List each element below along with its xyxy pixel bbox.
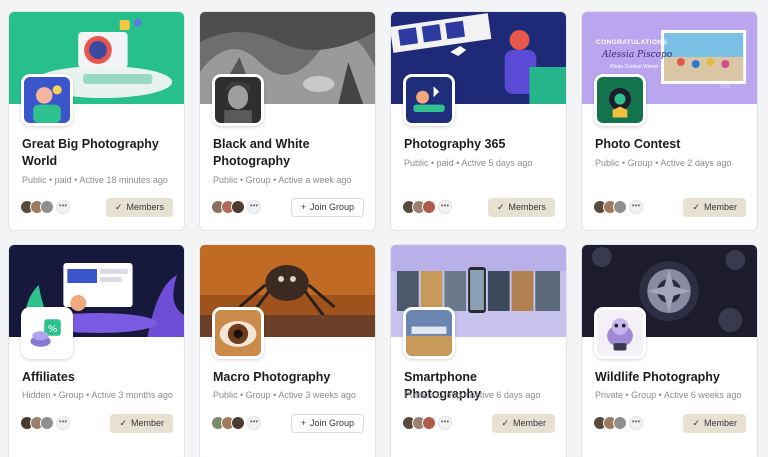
group-avatar[interactable] xyxy=(21,74,73,126)
group-meta: Public • paid • Active 18 minutes ago xyxy=(22,175,168,185)
cover-congrats: CONGRATULATIONS xyxy=(596,39,668,46)
member-avatar xyxy=(231,200,245,214)
group-card[interactable]: Smartphone Photography Public • Group • … xyxy=(390,244,567,457)
more-members-icon[interactable]: ••• xyxy=(247,416,261,430)
group-avatar[interactable] xyxy=(594,307,646,359)
more-members-icon[interactable]: ••• xyxy=(56,200,70,214)
join-group-button[interactable]: + Join Group xyxy=(290,197,364,217)
button-label: Members xyxy=(508,202,546,212)
group-title[interactable]: Great Big Photography World xyxy=(22,136,174,169)
svg-text:%: % xyxy=(48,324,58,335)
group-title[interactable]: Black and White Photography xyxy=(213,136,365,169)
group-title[interactable]: Affiliates xyxy=(22,369,174,386)
member-button[interactable]: ✓ Member xyxy=(683,197,746,217)
group-meta: Private • Group • Active 6 weeks ago xyxy=(595,390,742,400)
group-card[interactable]: Wildlife Photography Private • Group • A… xyxy=(581,244,758,457)
check-icon: ✓ xyxy=(114,201,123,212)
group-meta: Public • Group • Active 3 weeks ago xyxy=(213,390,356,400)
group-avatar[interactable] xyxy=(403,74,455,126)
member-avatars[interactable]: ••• xyxy=(593,200,643,214)
button-label: Members xyxy=(126,202,164,212)
button-label: Member xyxy=(703,418,737,428)
cover-winner-caption: Photo Contest Winner xyxy=(610,64,659,70)
group-avatar[interactable]: % xyxy=(21,307,73,359)
more-members-icon[interactable]: ••• xyxy=(438,200,452,214)
group-footer: ••• ✓ Member xyxy=(593,197,746,217)
group-meta: Public • Group • Active 2 days ago xyxy=(595,158,732,168)
group-footer: ••• ✓ Members xyxy=(20,197,173,217)
member-button[interactable]: ✓ Member xyxy=(110,413,173,433)
member-avatar xyxy=(613,200,627,214)
check-icon: ✓ xyxy=(501,417,509,428)
group-avatar[interactable] xyxy=(212,307,264,359)
group-footer: ••• ✓ Member xyxy=(402,413,555,433)
button-label: Join Group xyxy=(309,202,354,212)
group-meta: Public • Group • Active a week ago xyxy=(213,175,352,185)
member-avatar xyxy=(422,416,436,430)
plus-icon: + xyxy=(300,418,306,428)
member-button[interactable]: ✓ Member xyxy=(683,413,746,433)
member-avatar xyxy=(422,200,436,214)
group-footer: ••• ✓ Member xyxy=(593,413,746,433)
member-avatars[interactable]: ••• xyxy=(211,416,261,430)
group-avatar[interactable] xyxy=(403,307,455,359)
group-footer: ••• ✓ Member xyxy=(20,413,173,433)
group-footer: ••• ✓ Members xyxy=(402,197,555,217)
more-members-icon[interactable]: ••• xyxy=(629,416,643,430)
check-icon: ✓ xyxy=(692,201,700,212)
button-label: Member xyxy=(130,418,164,428)
plus-icon: + xyxy=(300,202,306,212)
member-avatars[interactable]: ••• xyxy=(20,416,70,430)
member-avatar xyxy=(40,200,54,214)
members-button[interactable]: ✓ Members xyxy=(105,197,173,217)
group-title[interactable]: Wildlife Photography xyxy=(595,369,747,386)
members-button[interactable]: ✓ Members xyxy=(487,197,555,217)
button-label: Member xyxy=(703,202,737,212)
group-meta: Public • Group • Active 6 days ago xyxy=(404,390,541,400)
more-members-icon[interactable]: ••• xyxy=(56,416,70,430)
groups-grid: Great Big Photography World Public • pai… xyxy=(8,11,758,457)
group-title[interactable]: Photography 365 xyxy=(404,136,556,153)
group-avatar[interactable] xyxy=(594,74,646,126)
join-group-button[interactable]: + Join Group xyxy=(290,413,364,433)
group-footer: ••• + Join Group xyxy=(211,197,364,217)
group-card[interactable]: Great Big Photography World Public • pai… xyxy=(8,11,185,231)
member-avatar xyxy=(613,416,627,430)
more-members-icon[interactable]: ••• xyxy=(247,200,261,214)
member-avatars[interactable]: ••• xyxy=(402,200,452,214)
group-card[interactable]: CONGRATULATIONS Alessia Piscopo Photo Co… xyxy=(581,11,758,231)
member-avatars[interactable]: ••• xyxy=(593,416,643,430)
group-meta: Hidden • Group • Active 3 months ago xyxy=(22,390,173,400)
group-card[interactable]: Black and White Photography Public • Gro… xyxy=(199,11,376,231)
member-avatars[interactable]: ••• xyxy=(20,200,70,214)
cover-winner-name: Alessia Piscopo xyxy=(602,50,673,60)
group-title[interactable]: Photo Contest xyxy=(595,136,747,153)
group-footer: ••• + Join Group xyxy=(211,413,364,433)
check-icon: ✓ xyxy=(692,417,700,428)
member-avatar xyxy=(231,416,245,430)
group-title[interactable]: Macro Photography xyxy=(213,369,365,386)
group-card[interactable]: Photography 365 Public • paid • Active 5… xyxy=(390,11,567,231)
member-avatars[interactable]: ••• xyxy=(402,416,452,430)
check-icon: ✓ xyxy=(119,417,127,428)
member-avatar xyxy=(40,416,54,430)
member-button[interactable]: ✓ Member xyxy=(492,413,555,433)
member-avatars[interactable]: ••• xyxy=(211,200,261,214)
check-icon: ✓ xyxy=(496,201,505,212)
more-members-icon[interactable]: ••• xyxy=(438,416,452,430)
group-card[interactable]: % Affiliates Hidden • Group • Active 3 m… xyxy=(8,244,185,457)
group-card[interactable]: Macro Photography Public • Group • Activ… xyxy=(199,244,376,457)
button-label: Join Group xyxy=(309,418,354,428)
group-meta: Public • paid • Active 5 days ago xyxy=(404,158,533,168)
button-label: Member xyxy=(512,418,546,428)
more-members-icon[interactable]: ••• xyxy=(629,200,643,214)
group-avatar[interactable] xyxy=(212,74,264,126)
